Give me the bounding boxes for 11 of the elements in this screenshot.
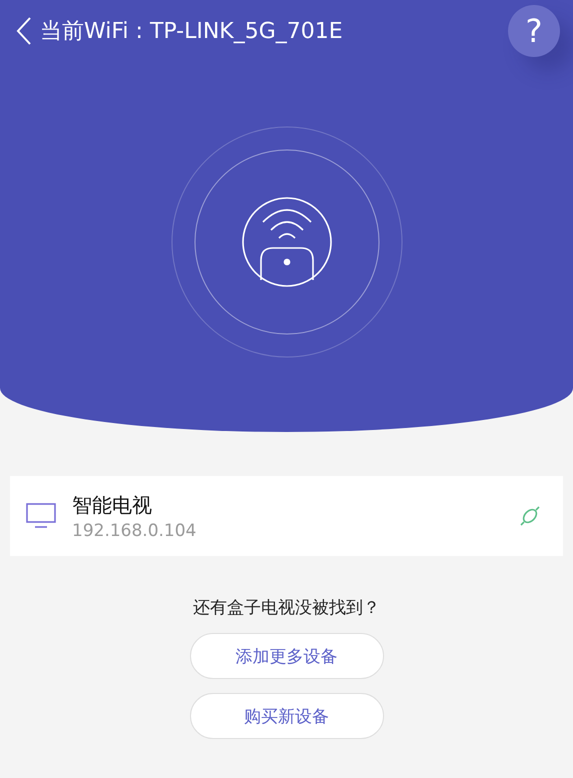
prompt-text: 还有盒子电视没被找到？ [193,597,380,619]
device-card[interactable]: 智能电视 192.168.0.104 [10,476,563,556]
page-title: 当前WiFi : TP-LINK_5G_701E [40,18,344,46]
router-icon [242,197,332,287]
help-button[interactable]: ? [508,5,560,57]
device-name: 智能电视 [72,492,153,518]
tv-icon [26,503,56,529]
device-ip: 192.168.0.104 [72,520,198,540]
action-button[interactable]: 购买新设备 [190,693,384,739]
back-icon[interactable] [16,16,32,46]
action-button[interactable]: 添加更多设备 [190,633,384,679]
